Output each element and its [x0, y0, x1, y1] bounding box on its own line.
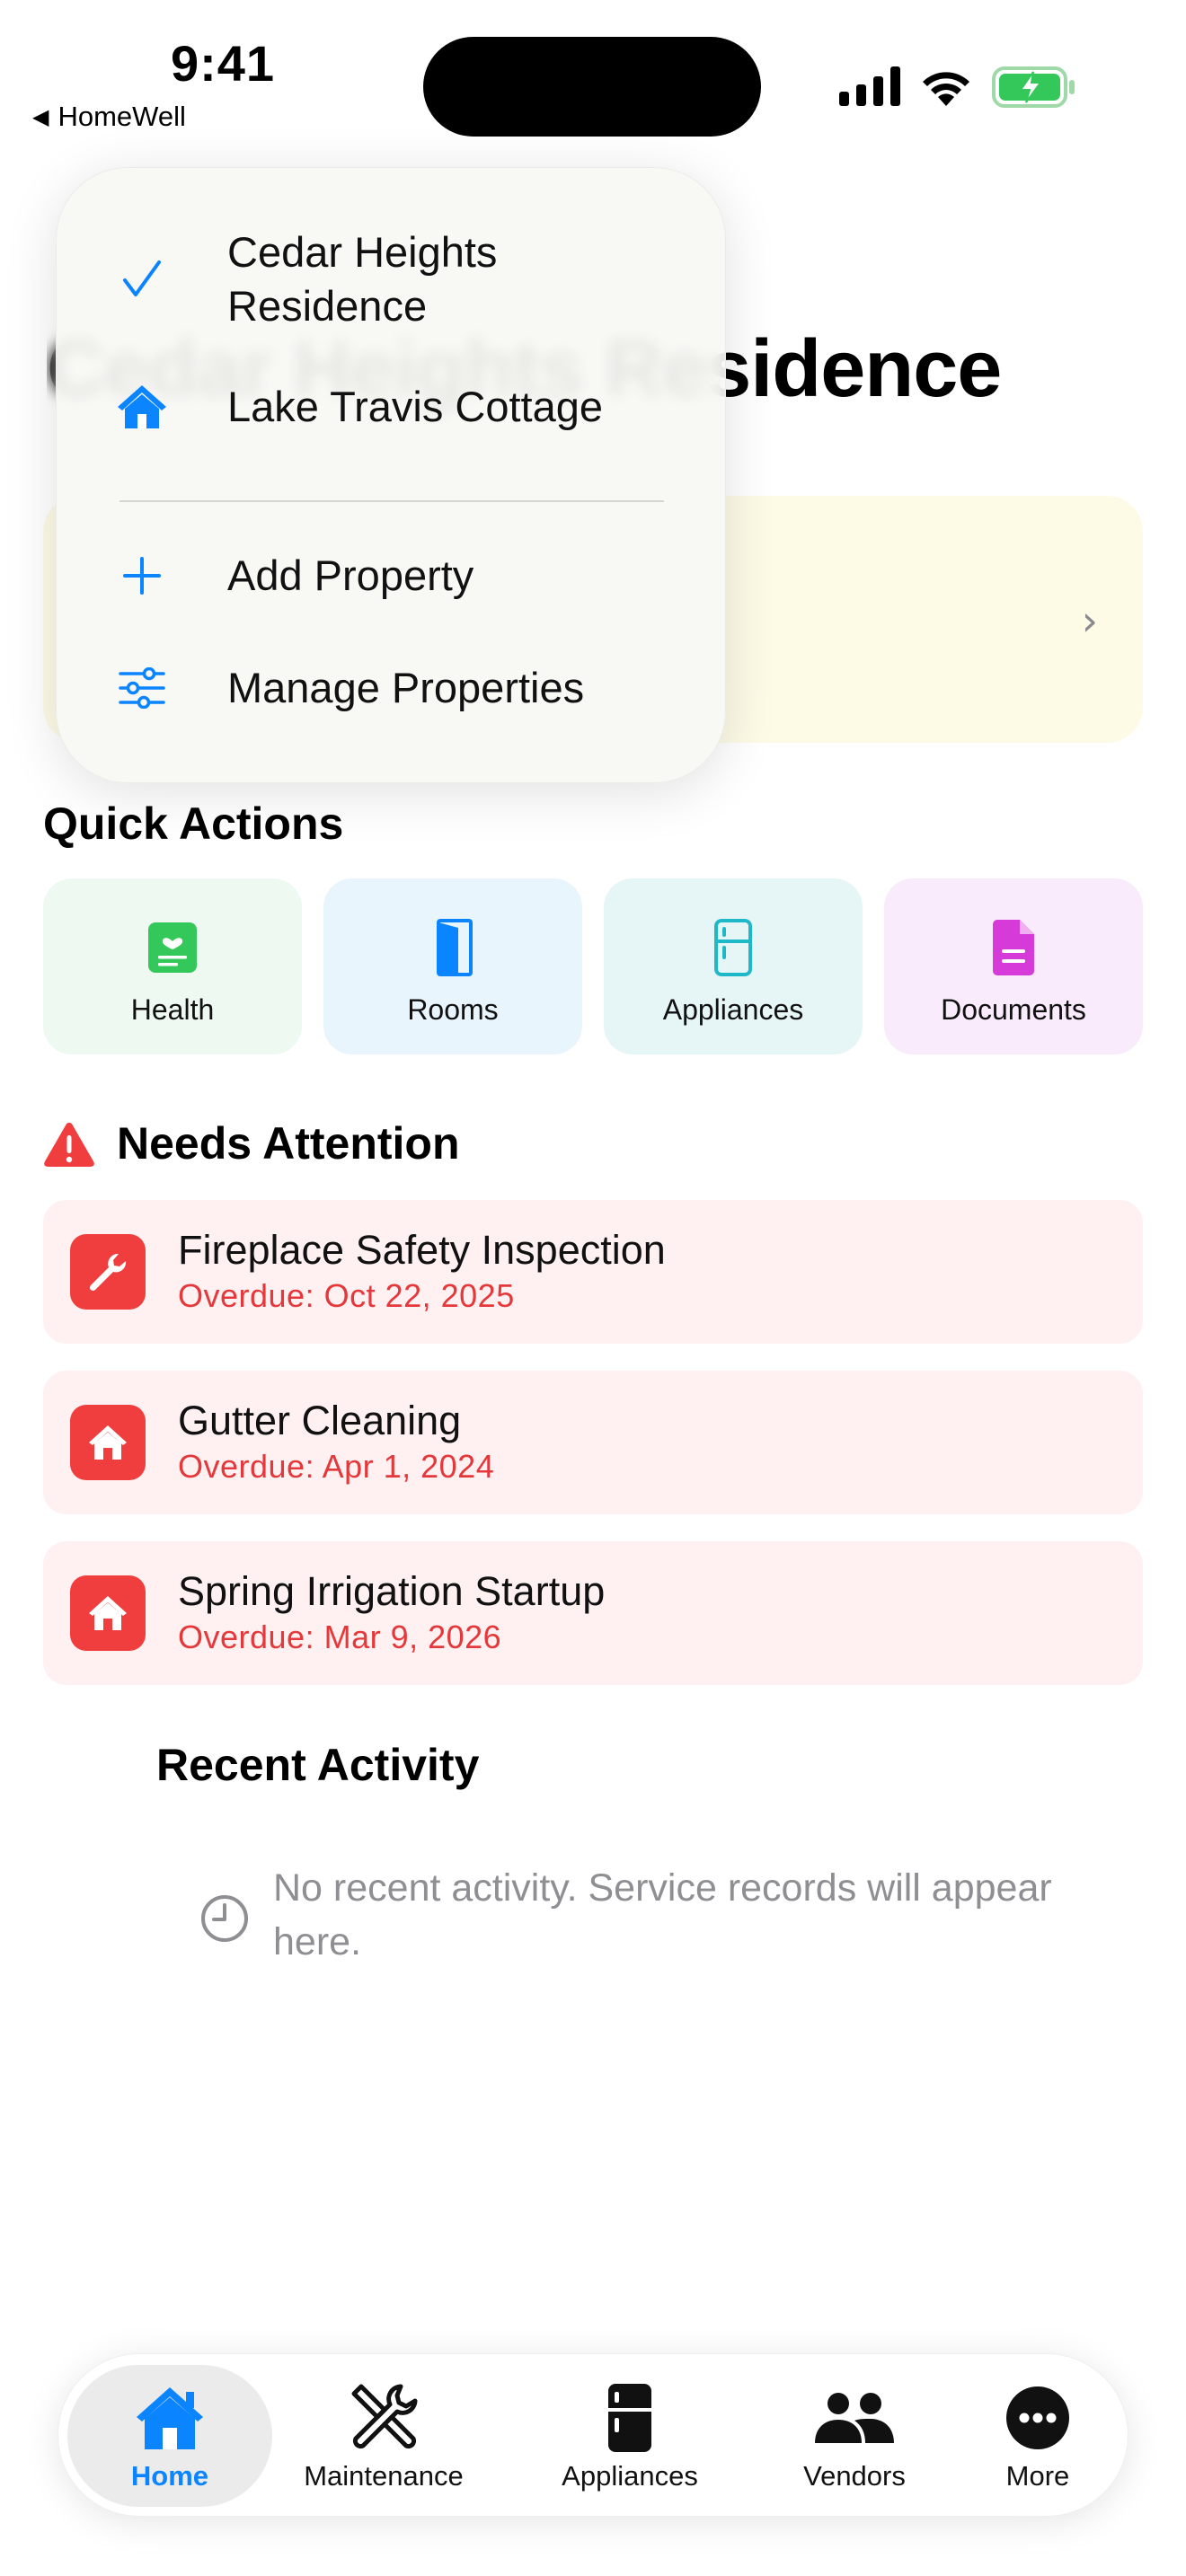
quick-actions-title: Quick Actions	[43, 798, 344, 849]
battery-charging-icon	[992, 66, 1075, 108]
attention-item-title: Gutter Cleaning	[178, 1398, 462, 1443]
document-icon	[993, 920, 1034, 975]
menu-item-label: Cedar Heights Residence	[227, 228, 498, 330]
tools-icon	[351, 2384, 418, 2449]
quick-action-label: Documents	[941, 993, 1086, 1026]
plus-icon	[123, 557, 161, 595]
tab-bar: Home Maintenance Appliances Vendors More	[58, 2353, 1128, 2517]
dynamic-island	[423, 37, 761, 137]
refrigerator-icon	[714, 919, 752, 976]
attention-item-due: Overdue: Mar 9, 2026	[178, 1619, 502, 1655]
quick-action-label: Rooms	[407, 993, 499, 1026]
back-triangle-icon: ◀	[32, 104, 49, 129]
house-icon	[89, 1596, 127, 1630]
quick-action-appliances[interactable]: Appliances	[604, 878, 863, 1054]
alert-icon-badge	[70, 1575, 146, 1651]
tab-label: Vendors	[803, 2460, 906, 2492]
clock-icon	[201, 1895, 248, 1942]
alert-icon-badge	[70, 1405, 146, 1480]
wifi-icon	[923, 72, 969, 106]
add-property-button[interactable]: Add Property	[57, 549, 727, 603]
tab-vendors[interactable]: Vendors	[774, 2381, 935, 2492]
menu-item-lake-travis[interactable]: Lake Travis Cottage	[57, 380, 727, 434]
menu-item-label: Lake Travis Cottage	[227, 383, 603, 430]
needs-attention-title: Needs Attention	[117, 1118, 460, 1169]
back-to-app-link[interactable]: ◀ HomeWell	[32, 101, 186, 133]
menu-divider	[119, 500, 664, 502]
quick-action-health[interactable]: Health	[43, 878, 302, 1054]
ellipsis-icon	[1006, 2386, 1069, 2449]
tab-appliances[interactable]: Appliances	[531, 2381, 729, 2492]
quick-action-rooms[interactable]: Rooms	[323, 878, 582, 1054]
tab-label: More	[1005, 2460, 1070, 2492]
tab-more[interactable]: More	[957, 2381, 1119, 2492]
house-icon	[137, 2387, 203, 2449]
attention-item-title: Spring Irrigation Startup	[178, 1568, 606, 1614]
tab-label: Home	[130, 2460, 209, 2492]
property-switcher-menu: Cedar Heights Residence Lake Travis Cott…	[56, 167, 726, 783]
warning-triangle-icon	[44, 1123, 94, 1167]
health-icon	[148, 922, 197, 973]
quick-action-label: Appliances	[662, 993, 804, 1026]
attention-item-due: Overdue: Apr 1, 2024	[178, 1448, 495, 1485]
attention-item-irrigation[interactable]: Spring Irrigation Startup Overdue: Mar 9…	[43, 1541, 1143, 1685]
back-app-label: HomeWell	[58, 101, 186, 132]
tab-label: Appliances	[562, 2460, 698, 2492]
sliders-icon	[119, 667, 165, 709]
cellular-signal-icon	[839, 66, 900, 106]
quick-action-label: Health	[130, 993, 215, 1026]
alert-icon-badge	[70, 1234, 146, 1310]
tab-home[interactable]: Home	[80, 2381, 260, 2492]
refrigerator-icon	[608, 2384, 651, 2452]
recent-activity-empty-text: No recent activity. Service records will…	[273, 1866, 1052, 1963]
status-time: 9:41	[170, 35, 276, 92]
attention-item-due: Overdue: Oct 22, 2025	[178, 1277, 515, 1314]
wrench-icon	[89, 1253, 127, 1292]
house-icon	[89, 1425, 127, 1460]
chevron-right-icon: ›	[1081, 596, 1098, 645]
door-icon	[437, 919, 473, 976]
attention-item-title: Fireplace Safety Inspection	[178, 1227, 666, 1273]
add-property-label: Add Property	[227, 551, 474, 599]
manage-properties-label: Manage Properties	[227, 664, 585, 711]
menu-item-cedar-heights[interactable]: Cedar Heights Residence	[57, 225, 727, 333]
recent-activity-title: Recent Activity	[156, 1740, 480, 1790]
tab-maintenance[interactable]: Maintenance	[285, 2381, 482, 2492]
attention-item-fireplace[interactable]: Fireplace Safety Inspection Overdue: Oct…	[43, 1200, 1143, 1344]
checkmark-icon	[123, 260, 161, 296]
people-icon	[815, 2393, 894, 2443]
manage-properties-button[interactable]: Manage Properties	[57, 661, 727, 715]
quick-action-documents[interactable]: Documents	[884, 878, 1143, 1054]
attention-item-gutter[interactable]: Gutter Cleaning Overdue: Apr 1, 2024	[43, 1371, 1143, 1514]
tab-label: Maintenance	[304, 2460, 464, 2492]
house-icon	[118, 385, 166, 428]
